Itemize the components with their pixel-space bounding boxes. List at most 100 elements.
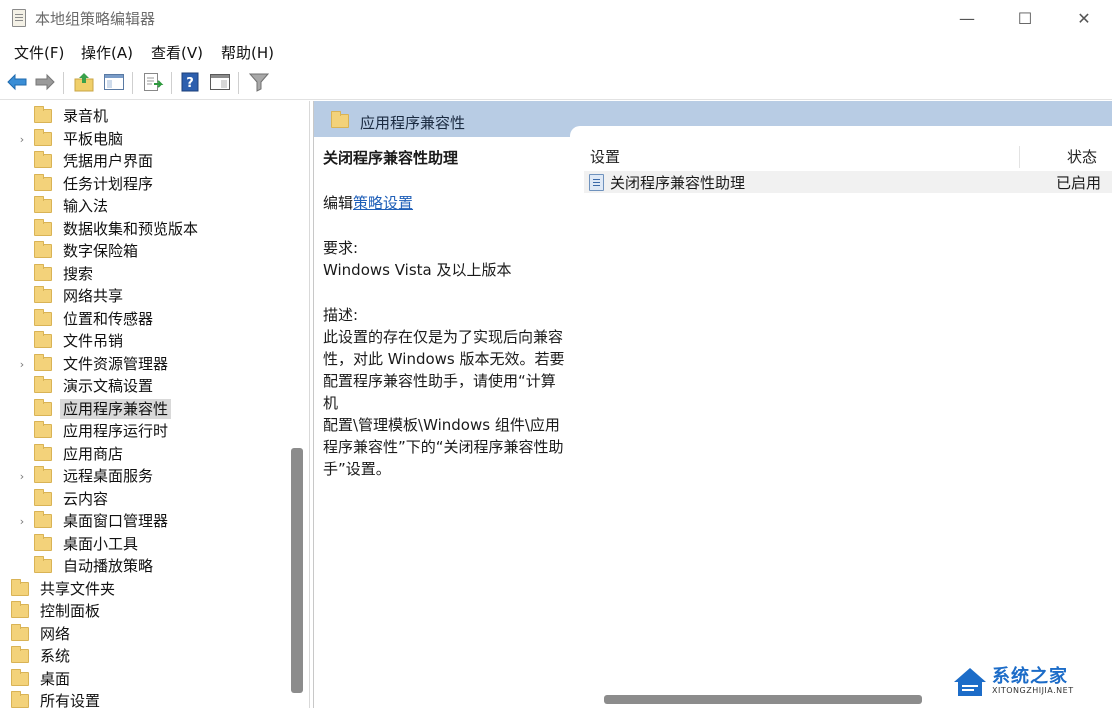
menu-action[interactable]: 操作(A) <box>81 42 133 63</box>
tree-item-remote-desktop[interactable]: › 远程桌面服务 <box>0 465 156 487</box>
tree-item-data-collection[interactable]: 数据收集和预览版本 <box>0 218 201 240</box>
tree-item-input-method[interactable]: 输入法 <box>0 195 111 217</box>
toolbar-separator <box>132 72 133 94</box>
folder-icon <box>34 556 52 573</box>
folder-icon <box>34 534 52 551</box>
row-setting-name: 关闭程序兼容性助理 <box>610 174 746 192</box>
table-row[interactable]: 关闭程序兼容性助理 已启用 <box>584 171 1112 193</box>
column-state[interactable]: 状态 <box>1067 146 1097 167</box>
tree-item-desktop-gadgets[interactable]: 桌面小工具 <box>0 533 141 555</box>
toolbar: ? <box>0 66 1112 100</box>
tree-item-file-revocation[interactable]: 文件吊销 <box>0 330 126 352</box>
folder-icon <box>11 579 29 596</box>
row-state: 已启用 <box>1055 174 1101 192</box>
folder-icon <box>34 106 52 123</box>
expand-arrow-icon[interactable]: › <box>17 470 27 483</box>
folder-icon <box>331 111 349 128</box>
tree-vertical-scrollbar[interactable] <box>289 101 305 708</box>
folder-icon <box>34 241 52 258</box>
menu-file[interactable]: 文件(F) <box>14 42 64 63</box>
help-icon[interactable]: ? <box>178 70 202 94</box>
watermark-text: 系统之家 <box>992 666 1068 687</box>
tree-item-app-store[interactable]: 应用商店 <box>0 443 126 465</box>
tree-item-shared-folders[interactable]: 共享文件夹 <box>0 578 118 600</box>
tree-item-cloud-content[interactable]: 云内容 <box>0 488 111 510</box>
tree-item-file-explorer[interactable]: › 文件资源管理器 <box>0 353 171 375</box>
up-folder-icon[interactable] <box>72 70 96 94</box>
folder-icon <box>34 466 52 483</box>
description-pane: 关闭程序兼容性助理 编辑策略设置 要求: Windows Vista 及以上版本… <box>314 137 579 708</box>
tree-item-desktop[interactable]: 桌面 <box>0 668 73 690</box>
tree-item-app-runtime[interactable]: 应用程序运行时 <box>0 420 171 442</box>
tree-item-all-settings[interactable]: 所有设置 <box>0 690 103 708</box>
description-line: 配置\管理模板\Windows 组件\应用 <box>323 416 560 434</box>
folder-icon <box>34 399 52 416</box>
folder-icon <box>34 444 52 461</box>
tree-item-location-sensors[interactable]: 位置和传感器 <box>0 308 156 330</box>
properties-icon[interactable] <box>208 70 232 94</box>
edit-line: 编辑策略设置 <box>323 192 569 214</box>
tree-item-control-panel[interactable]: 控制面板 <box>0 600 103 622</box>
column-setting[interactable]: 设置 <box>590 146 620 167</box>
expand-arrow-icon[interactable]: › <box>17 358 27 371</box>
tree-item-recorder[interactable]: 录音机 <box>0 105 111 127</box>
forward-arrow-icon[interactable] <box>33 70 57 94</box>
tree-item-autoplay-policy[interactable]: 自动播放策略 <box>0 555 156 577</box>
maximize-button[interactable]: ☐ <box>1000 0 1050 36</box>
policy-setting-icon <box>589 174 604 191</box>
folder-icon <box>34 354 52 371</box>
folder-icon <box>34 264 52 281</box>
description-label: 描述: <box>323 306 359 324</box>
folder-icon <box>34 511 52 528</box>
menu-bar: 文件(F) 操作(A) 查看(V) 帮助(H) <box>0 36 1112 66</box>
back-arrow-icon[interactable] <box>5 70 29 94</box>
toolbar-separator <box>171 72 172 94</box>
settings-list: 设置 状态 关闭程序兼容性助理 已启用 <box>570 126 1112 708</box>
tree-item-presentation-settings[interactable]: 演示文稿设置 <box>0 375 156 397</box>
watermark: 系统之家 XITONGZHIJIA.NET <box>952 660 1112 708</box>
tree-item-app-compatibility[interactable]: 应用程序兼容性 <box>0 398 172 420</box>
requirement-value: Windows Vista 及以上版本 <box>323 261 512 279</box>
expand-arrow-icon[interactable]: › <box>17 133 27 146</box>
folder-icon <box>34 489 52 506</box>
tree-item-network-sharing[interactable]: 网络共享 <box>0 285 126 307</box>
folder-icon <box>34 376 52 393</box>
house-logo-icon <box>954 668 986 696</box>
folder-icon <box>34 174 52 191</box>
filter-icon[interactable] <box>247 70 271 94</box>
tree-item-digital-locker[interactable]: 数字保险箱 <box>0 240 141 262</box>
setting-title: 关闭程序兼容性助理 <box>323 149 459 167</box>
expand-arrow-icon[interactable]: › <box>17 515 27 528</box>
show-hide-tree-icon[interactable] <box>102 70 126 94</box>
tree-item-tablet[interactable]: › 平板电脑 <box>0 128 126 150</box>
tree-scrollbar-thumb[interactable] <box>291 448 303 693</box>
tree-item-credential-ui[interactable]: 凭据用户界面 <box>0 150 156 172</box>
description-line: 此设置的存在仅是为了实现后向兼容 <box>323 328 564 346</box>
tree-pane: 录音机 › 平板电脑 凭据用户界面 任务计划程序 输入法 数据收集和预览版本 数字… <box>0 101 310 708</box>
export-list-icon[interactable] <box>141 70 165 94</box>
folder-icon <box>11 669 29 686</box>
tree-item-desktop-window-manager[interactable]: › 桌面窗口管理器 <box>0 510 171 532</box>
folder-icon <box>34 219 52 236</box>
toolbar-separator <box>238 72 239 94</box>
window-title: 本地组策略编辑器 <box>35 10 156 28</box>
folder-icon <box>34 309 52 326</box>
tree-item-network[interactable]: 网络 <box>0 623 73 645</box>
folder-icon <box>34 196 52 213</box>
minimize-button[interactable]: — <box>942 0 992 36</box>
description-line: 手”设置。 <box>323 460 391 478</box>
menu-help[interactable]: 帮助(H) <box>221 42 274 63</box>
tree-item-task-scheduler[interactable]: 任务计划程序 <box>0 173 156 195</box>
column-divider[interactable] <box>1019 146 1020 168</box>
folder-icon <box>34 421 52 438</box>
menu-view[interactable]: 查看(V) <box>151 42 203 63</box>
folder-icon <box>11 646 29 663</box>
tree-item-system[interactable]: 系统 <box>0 645 73 667</box>
list-scrollbar-thumb[interactable] <box>604 695 922 704</box>
description-line: 性，对此 Windows 版本无效。若要 <box>323 350 565 368</box>
policy-settings-link[interactable]: 策略设置 <box>353 194 413 212</box>
folder-icon <box>11 601 29 618</box>
tree-item-search[interactable]: 搜索 <box>0 263 96 285</box>
category-title: 应用程序兼容性 <box>360 114 466 132</box>
close-button[interactable]: ✕ <box>1059 0 1109 36</box>
